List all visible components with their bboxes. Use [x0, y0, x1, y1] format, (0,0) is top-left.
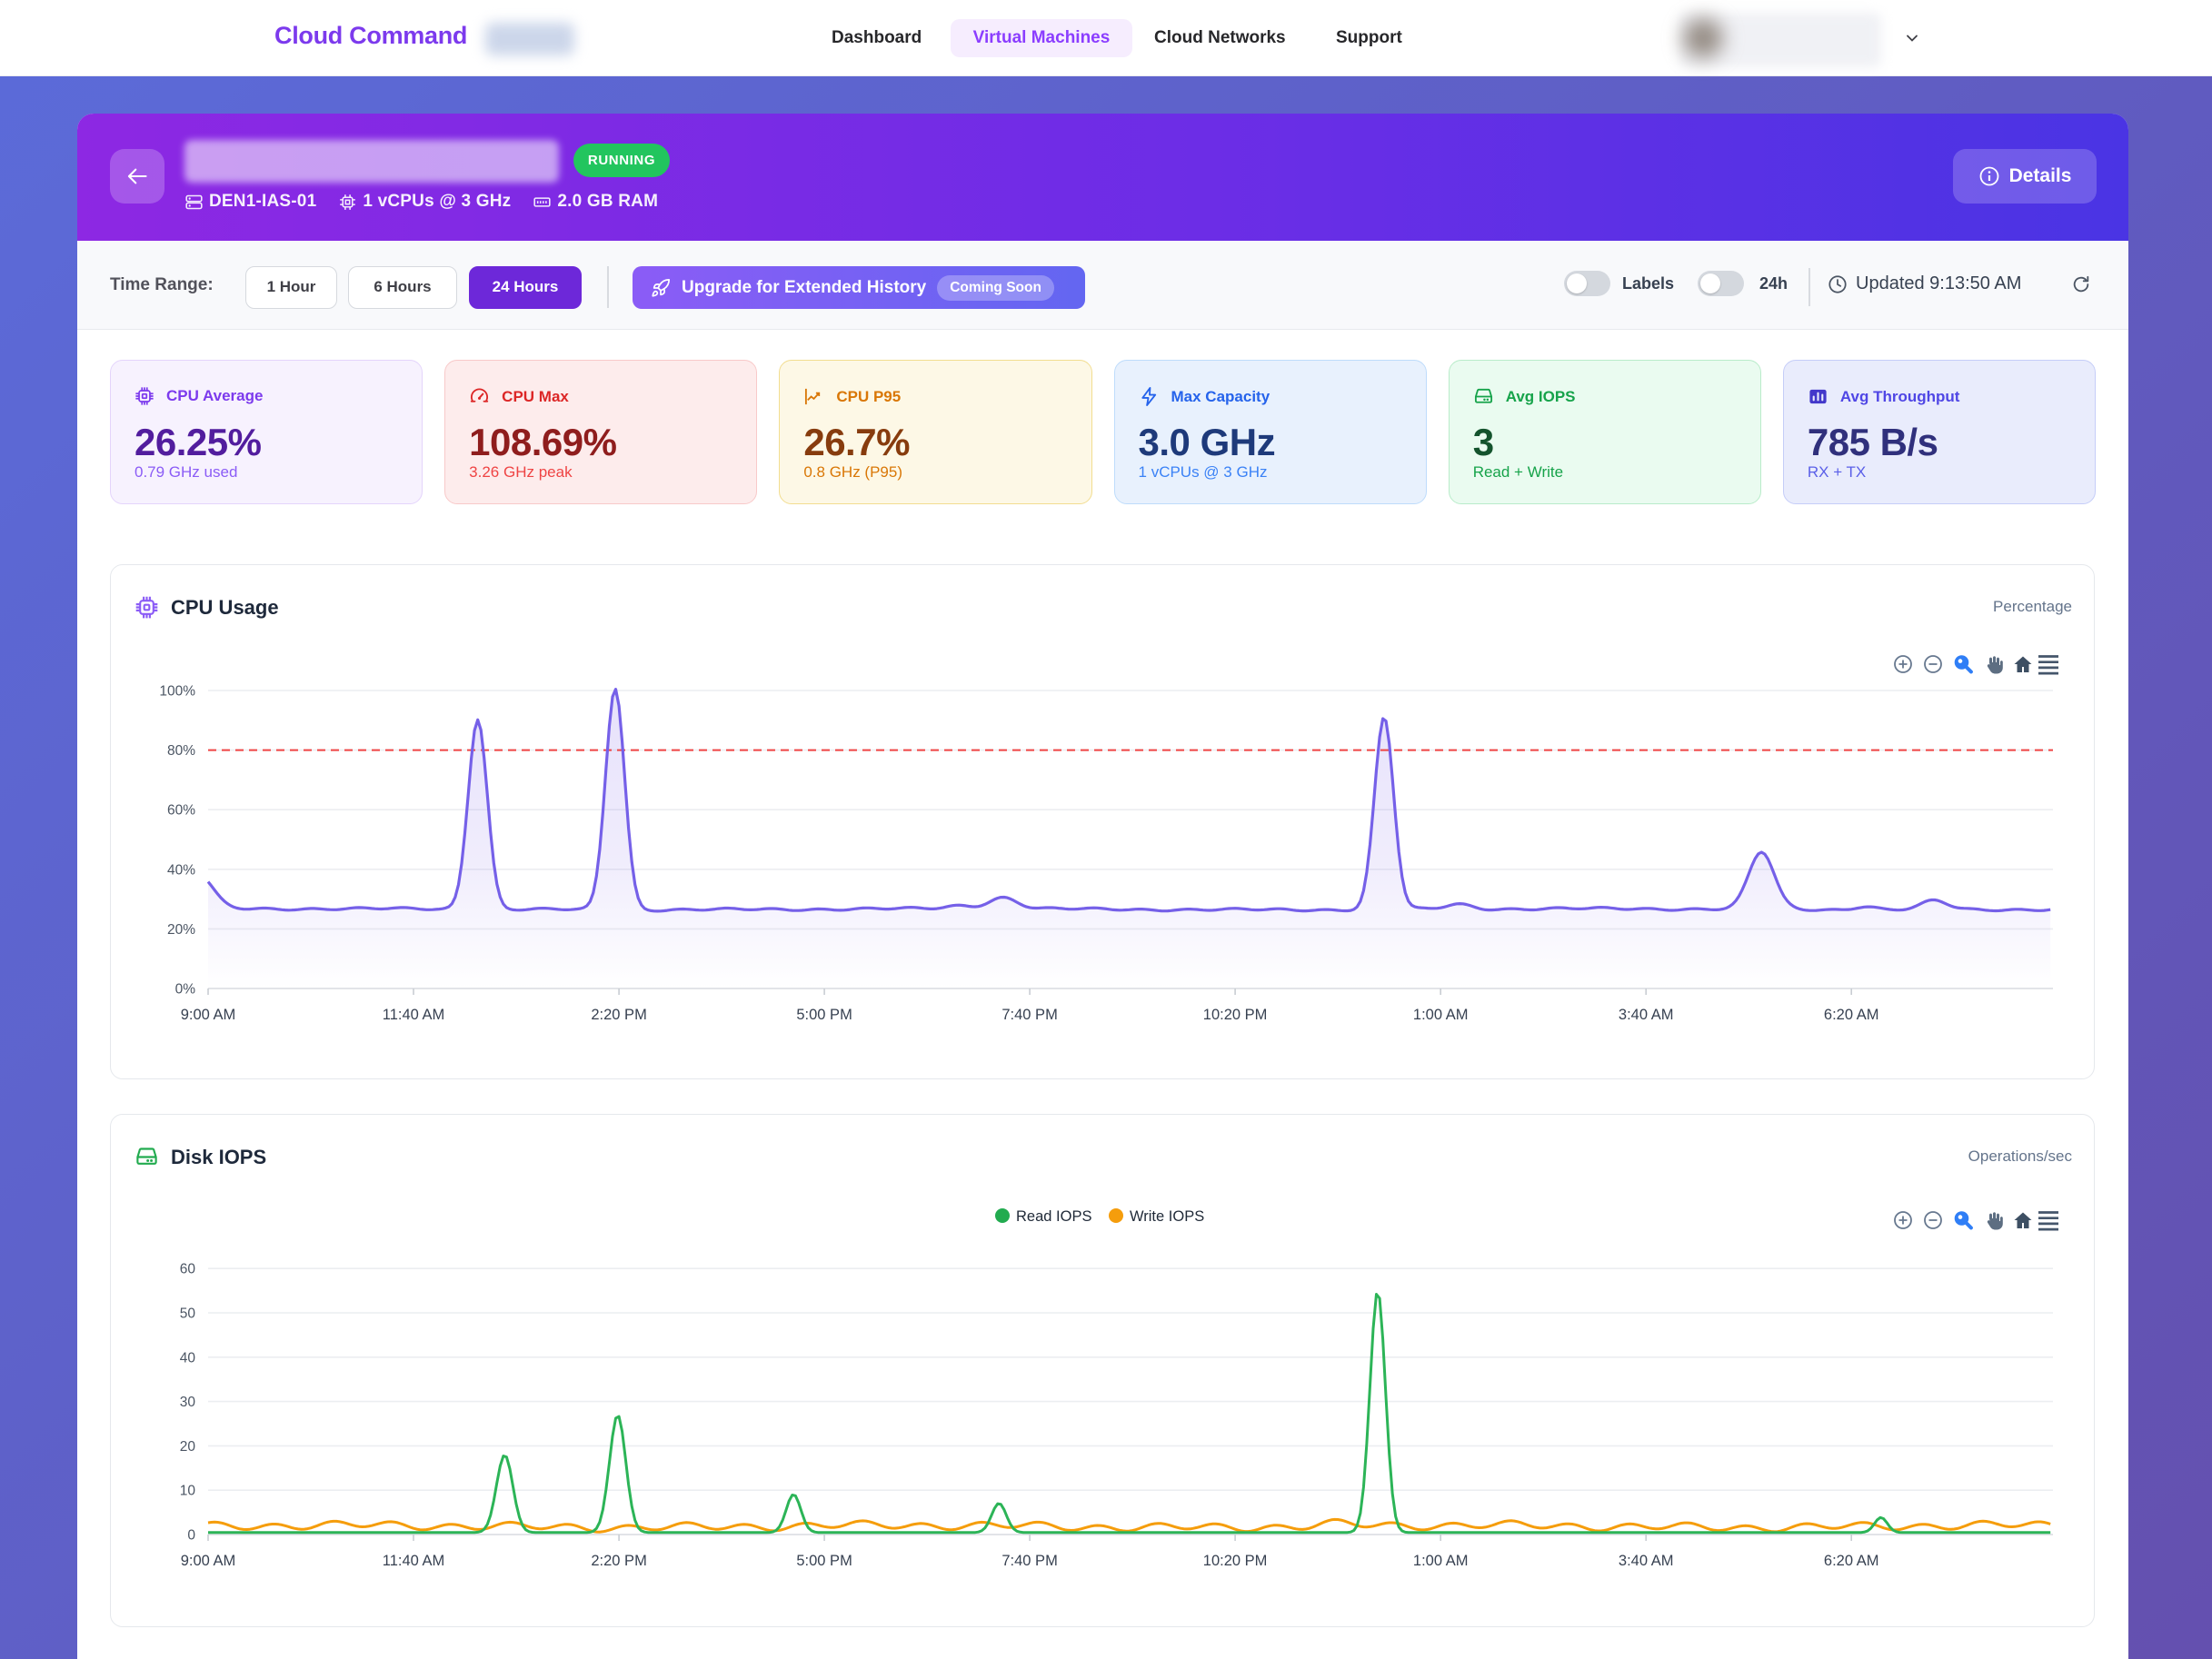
svg-text:1:00 AM: 1:00 AM: [1413, 1553, 1469, 1569]
svg-text:7:40 PM: 7:40 PM: [1001, 1007, 1057, 1023]
svg-text:0: 0: [187, 1528, 195, 1544]
svg-text:7:40 PM: 7:40 PM: [1001, 1553, 1057, 1569]
svg-text:3:40 AM: 3:40 AM: [1619, 1553, 1674, 1569]
svg-text:60%: 60%: [167, 803, 195, 819]
svg-text:2:20 PM: 2:20 PM: [591, 1553, 646, 1569]
svg-text:10: 10: [180, 1484, 196, 1499]
svg-text:30: 30: [180, 1395, 196, 1410]
svg-text:10:20 PM: 10:20 PM: [1203, 1553, 1268, 1569]
svg-text:20%: 20%: [167, 922, 195, 938]
svg-text:100%: 100%: [159, 684, 195, 700]
svg-text:11:40 AM: 11:40 AM: [383, 1553, 445, 1569]
svg-text:40%: 40%: [167, 862, 195, 878]
svg-text:50: 50: [180, 1306, 196, 1322]
svg-text:0%: 0%: [175, 982, 196, 998]
svg-text:9:00 AM: 9:00 AM: [181, 1553, 236, 1569]
svg-text:9:00 AM: 9:00 AM: [181, 1007, 236, 1023]
svg-text:40: 40: [180, 1350, 196, 1366]
svg-text:80%: 80%: [167, 743, 195, 759]
svg-text:6:20 AM: 6:20 AM: [1824, 1007, 1879, 1023]
svg-text:Write IOPS: Write IOPS: [1130, 1208, 1204, 1225]
svg-text:11:40 AM: 11:40 AM: [383, 1007, 445, 1023]
svg-text:2:20 PM: 2:20 PM: [591, 1007, 646, 1023]
svg-text:3:40 AM: 3:40 AM: [1619, 1007, 1674, 1023]
svg-text:1:00 AM: 1:00 AM: [1413, 1007, 1469, 1023]
svg-text:Read IOPS: Read IOPS: [1016, 1208, 1091, 1225]
svg-text:5:00 PM: 5:00 PM: [796, 1007, 852, 1023]
svg-text:60: 60: [180, 1262, 196, 1277]
svg-text:20: 20: [180, 1439, 196, 1455]
svg-text:5:00 PM: 5:00 PM: [796, 1553, 852, 1569]
svg-text:6:20 AM: 6:20 AM: [1824, 1553, 1879, 1569]
svg-text:10:20 PM: 10:20 PM: [1203, 1007, 1268, 1023]
